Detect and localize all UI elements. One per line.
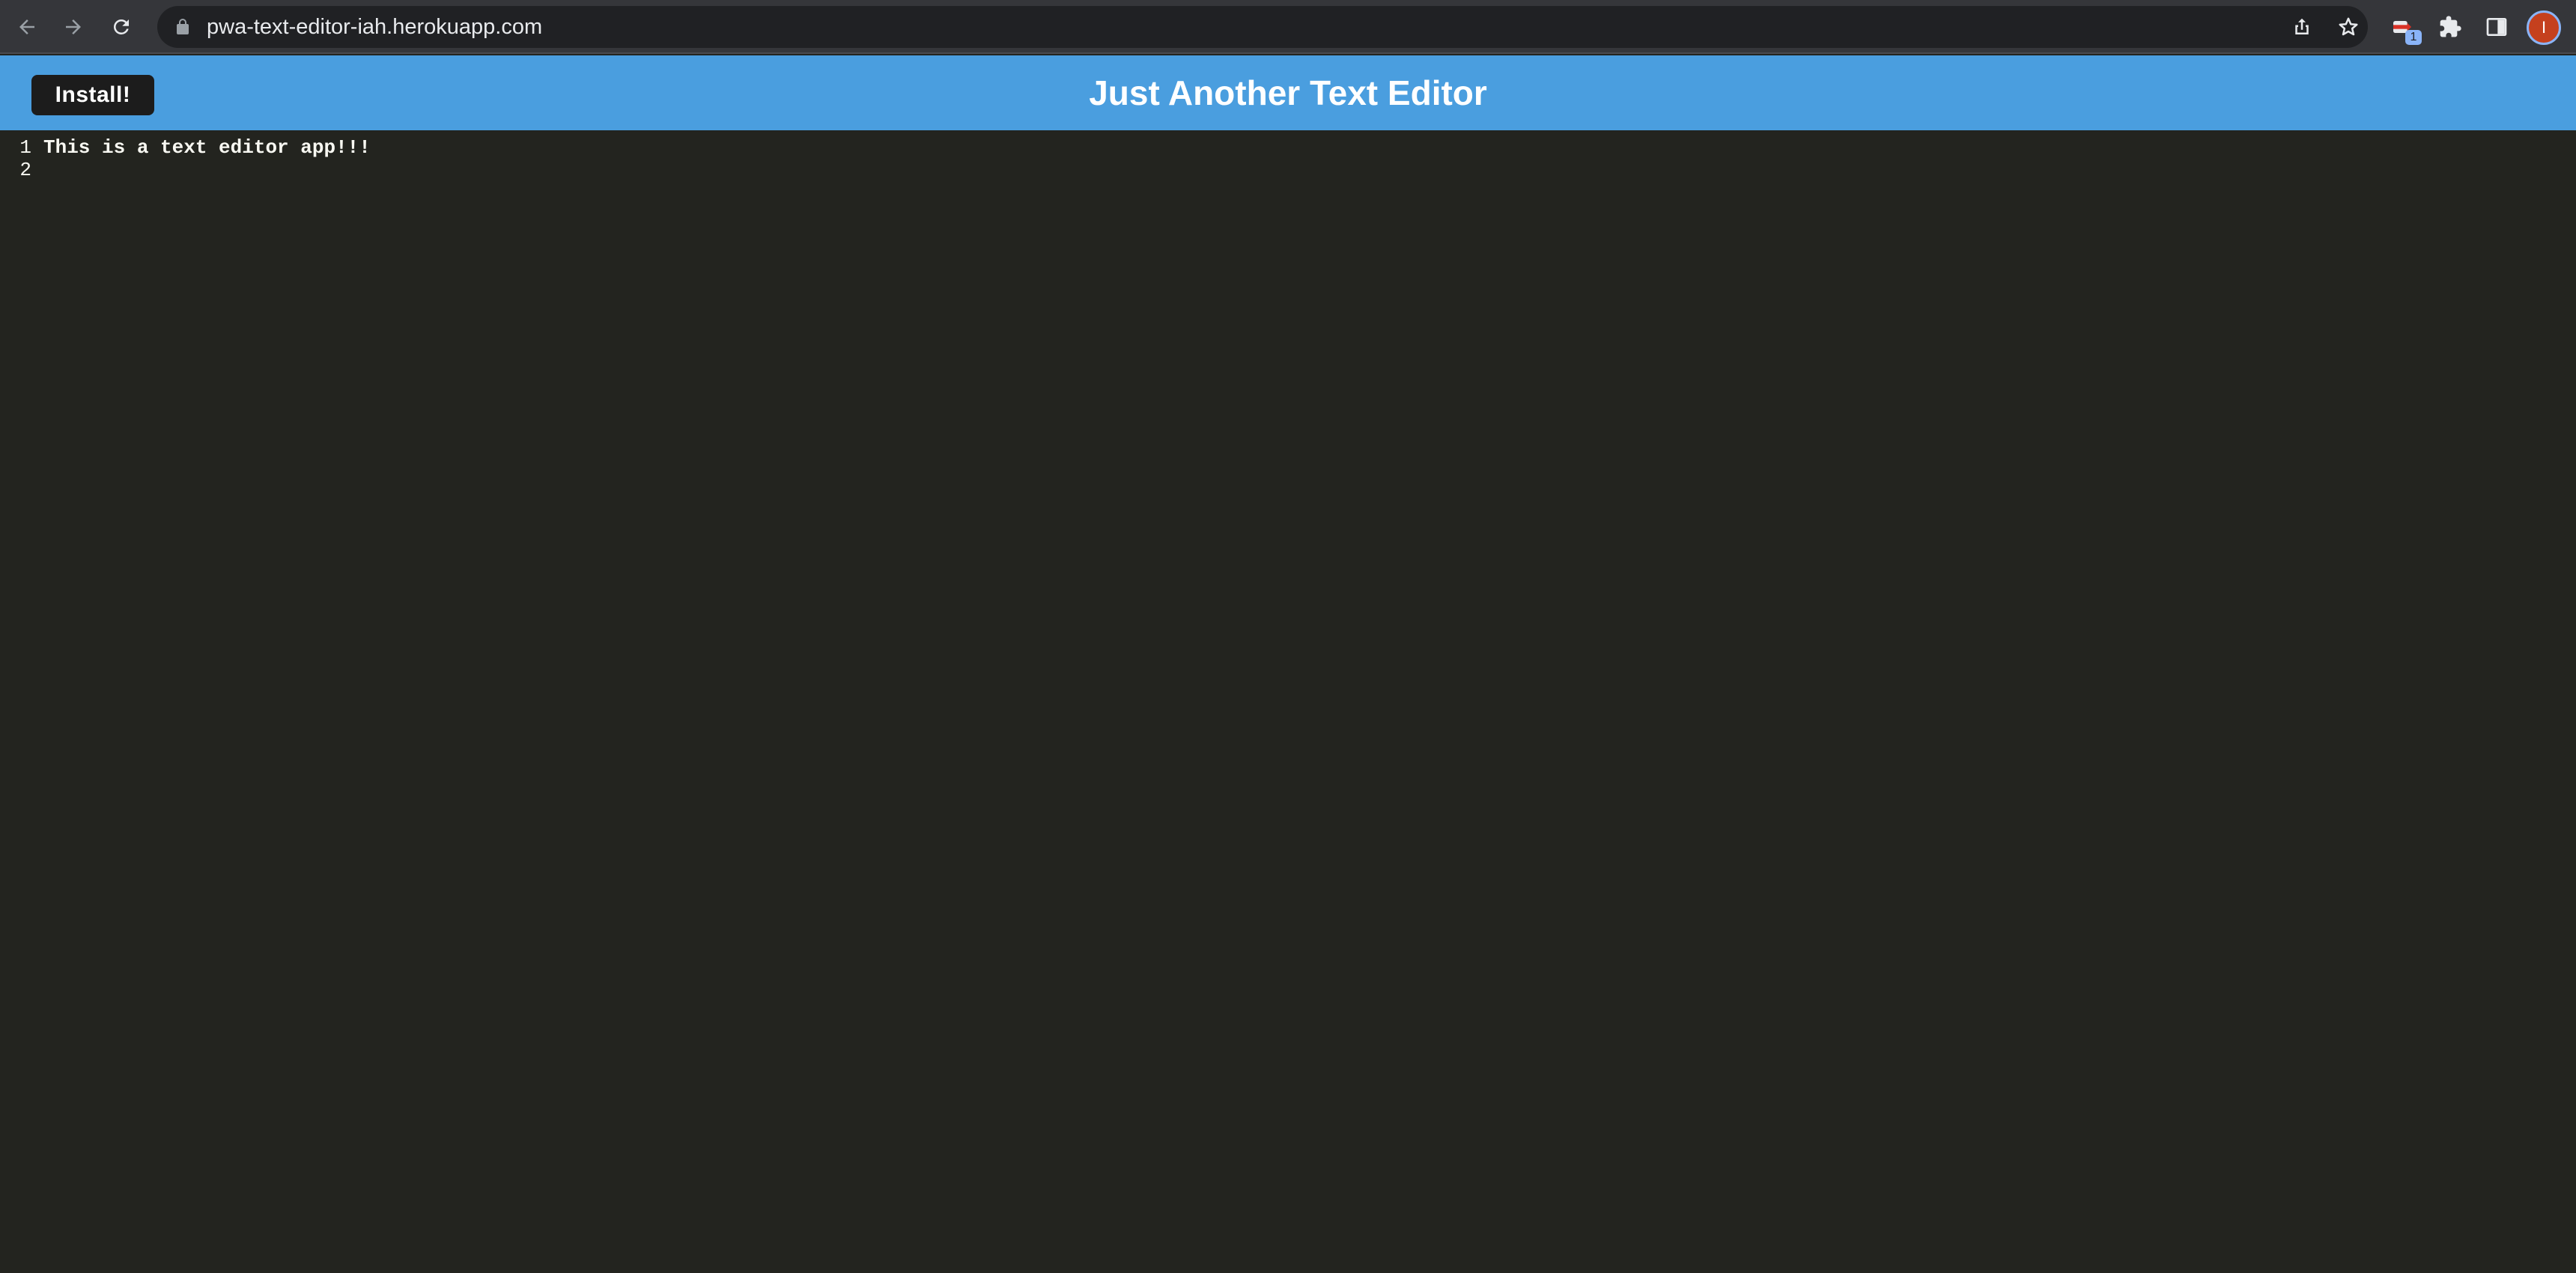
extensions-menu-button[interactable] xyxy=(2434,10,2467,43)
arrow-right-icon xyxy=(66,19,81,34)
page-title: Just Another Text Editor xyxy=(1089,73,1487,112)
browser-toolbar: pwa-text-editor-iah.herokuapp.com 1 I xyxy=(0,0,2576,54)
editor-line: 1 This is a text editor app!!! xyxy=(0,136,2576,159)
url-text[interactable]: pwa-text-editor-iah.herokuapp.com xyxy=(207,6,542,48)
line-text[interactable]: This is a text editor app!!! xyxy=(43,136,371,159)
extension-badge: 1 xyxy=(2405,30,2422,45)
lock-icon xyxy=(177,19,189,34)
reload-icon xyxy=(114,19,129,34)
share-icon xyxy=(2295,18,2309,34)
line-number: 2 xyxy=(19,159,31,181)
code-editor[interactable]: 1 This is a text editor app!!! 2 xyxy=(0,130,2576,1273)
forward-button[interactable] xyxy=(57,10,90,43)
share-button[interactable] xyxy=(2290,15,2314,39)
side-panel-button[interactable] xyxy=(2480,10,2513,43)
extension-button[interactable]: 1 xyxy=(2386,10,2422,45)
app-header: Install! Just Another Text Editor xyxy=(0,55,2576,130)
profile-avatar[interactable]: I xyxy=(2527,10,2561,45)
side-panel-icon xyxy=(2486,18,2507,36)
bookmark-button[interactable] xyxy=(2336,15,2360,39)
address-bar[interactable]: pwa-text-editor-iah.herokuapp.com xyxy=(157,6,2368,48)
install-button[interactable]: Install! xyxy=(31,75,154,115)
reload-button[interactable] xyxy=(105,10,138,43)
line-number: 1 xyxy=(19,136,31,159)
star-icon xyxy=(2339,17,2358,36)
editor-line: 2 xyxy=(0,159,2576,181)
back-button[interactable] xyxy=(10,10,43,43)
arrow-left-icon xyxy=(19,19,34,34)
puzzle-icon xyxy=(2440,16,2461,37)
